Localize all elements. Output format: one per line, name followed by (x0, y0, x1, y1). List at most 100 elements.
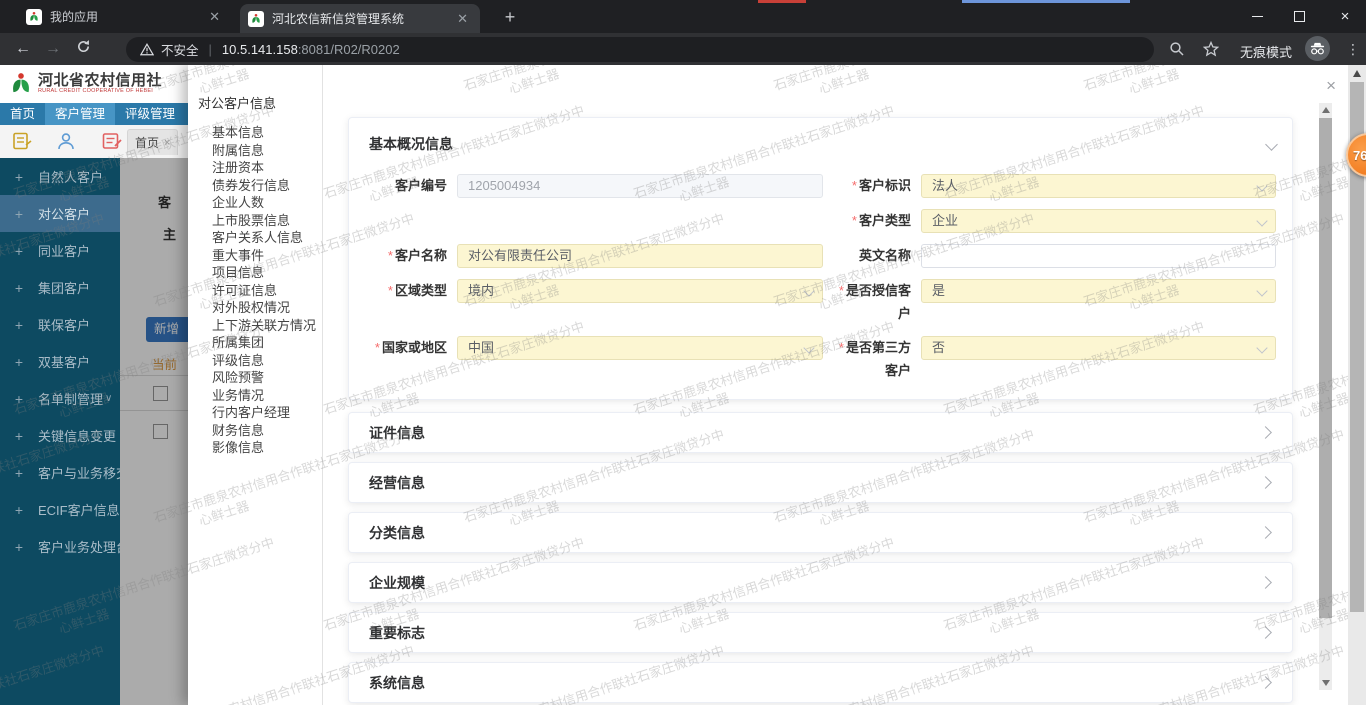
window-restore-button[interactable] (1282, 0, 1316, 33)
collapse-chevron-icon[interactable] (1265, 137, 1278, 151)
select-chevron-icon (803, 342, 815, 354)
list-edit-icon[interactable] (102, 132, 122, 150)
field-box: 企业 (921, 209, 1276, 233)
page-tab-home[interactable]: 首页 × (127, 129, 179, 155)
browser-menu-icon[interactable]: ⋮ (1340, 36, 1366, 62)
collapsed-section-重要标志[interactable]: 重要标志 (348, 612, 1293, 653)
url-separator: | (208, 42, 212, 57)
select-input-right[interactable]: 法人 (921, 174, 1276, 198)
text-input-right[interactable] (921, 244, 1276, 268)
incognito-avatar-icon[interactable] (1305, 36, 1330, 61)
document-icon[interactable] (12, 132, 32, 150)
tree-root-label[interactable]: 对公客户信息 (188, 95, 322, 113)
tree-item[interactable]: 基本信息 (188, 124, 322, 142)
sidebar-item[interactable]: + 集团客户 (0, 269, 120, 306)
select-input-right[interactable]: 否 (921, 336, 1276, 360)
new-tab-button[interactable]: + (498, 5, 522, 29)
tree-item[interactable]: 附属信息 (188, 142, 322, 160)
sidebar-item[interactable]: + 同业客户 (0, 232, 120, 269)
required-star: * (387, 248, 393, 263)
modal-scrollbar-thumb[interactable] (1319, 118, 1332, 618)
tree-item[interactable]: 项目信息 (188, 264, 322, 282)
tree-item[interactable]: 评级信息 (188, 352, 322, 370)
modal-scrollbar[interactable] (1319, 103, 1332, 690)
tab-label: 河北农信新信贷管理系统 (272, 12, 405, 26)
back-button[interactable]: ← (8, 40, 38, 58)
tree-item[interactable]: 风险预警 (188, 369, 322, 387)
section-title: 企业规模 (369, 574, 425, 591)
sidebar-item[interactable]: + ECIF客户信息同 (0, 491, 120, 528)
select-chevron-icon (1256, 215, 1268, 227)
expand-chevron-icon (1259, 676, 1272, 689)
browser-tab[interactable]: 河北农信新信贷管理系统 ✕ (240, 4, 480, 33)
sidebar-item[interactable]: + 双基客户 (0, 343, 120, 380)
collapsed-section-系统信息[interactable]: 系统信息 (348, 662, 1293, 703)
zoom-icon[interactable] (1164, 36, 1190, 62)
sidebar-item[interactable]: + 关键信息变更 (0, 417, 120, 454)
address-bar[interactable]: 不安全 | 10.5.141.158:8081/R02/R0202 (126, 37, 1154, 62)
field-label: * 客户标识 (851, 178, 911, 193)
tree-item[interactable]: 重大事件 (188, 247, 322, 265)
tree-item[interactable]: 注册资本 (188, 159, 322, 177)
browser-tab[interactable]: 我的应用 ✕ (18, 0, 232, 33)
sidebar-item[interactable]: + 客户业务处理台 (0, 528, 120, 565)
text-input-left[interactable]: 对公有限责任公司 (457, 244, 823, 268)
collapsed-section-证件信息[interactable]: 证件信息 (348, 412, 1293, 453)
tree-item[interactable]: 债券发行信息 (188, 177, 322, 195)
select-input-right[interactable]: 企业 (921, 209, 1276, 233)
tree-item[interactable]: 上市股票信息 (188, 212, 322, 230)
collapsed-section-分类信息[interactable]: 分类信息 (348, 512, 1293, 553)
window-close-button[interactable]: × (1324, 0, 1366, 33)
empty-cell (457, 209, 823, 233)
sidebar-item[interactable]: + 名单制管理 ∨ (0, 380, 120, 417)
sidebar-item[interactable]: + 客户与业务移交 (0, 454, 120, 491)
bookmark-star-icon[interactable] (1198, 36, 1224, 62)
page-tab-close-icon[interactable]: × (164, 137, 170, 149)
sidebar-item-label: 集团客户 (38, 281, 91, 296)
tab-close-icon[interactable]: ✕ (453, 11, 472, 27)
scroll-down-icon[interactable] (1321, 680, 1330, 686)
tree-item[interactable]: 对外股权情况 (188, 299, 322, 317)
tree-item[interactable]: 行内客户经理 (188, 404, 322, 422)
sidebar-item[interactable]: + 自然人客户 (0, 158, 120, 195)
field-box: 对公有限责任公司 (457, 244, 823, 268)
tree-item[interactable]: 财务信息 (188, 422, 322, 440)
readonly-input-left[interactable]: 1205004934 (457, 174, 823, 198)
sidebar-nav: + 自然人客户 + 对公客户 + 同业客户 + 集团客户 + 联保客户 + 双基客户 + 名单制管理 ∨ + 关… (0, 158, 120, 705)
collapsed-section-企业规模[interactable]: 企业规模 (348, 562, 1293, 603)
reload-button[interactable] (68, 39, 98, 59)
sidebar-item[interactable]: + 对公客户 (0, 195, 120, 232)
tree-item[interactable]: 所属集团 (188, 334, 322, 352)
sidebar-item-label: 联保客户 (38, 318, 91, 333)
tab-close-icon[interactable]: ✕ (205, 9, 224, 25)
chevron-down-icon: ∨ (105, 393, 113, 404)
person-icon[interactable] (56, 132, 76, 150)
page-scroll-up-icon[interactable] (1353, 70, 1361, 77)
field-label: 英文名称 (858, 248, 911, 263)
nav-item-评级管理[interactable]: 评级管理 (115, 103, 185, 125)
window-minimize-button[interactable] (1240, 0, 1274, 33)
forward-button[interactable]: → (38, 40, 68, 58)
modal-close-icon[interactable]: × (1326, 77, 1336, 94)
select-input-left[interactable]: 中国 (457, 336, 823, 360)
tree-item[interactable]: 企业人数 (188, 194, 322, 212)
field-box: 法人 (921, 174, 1276, 198)
scroll-up-icon[interactable] (1321, 107, 1330, 113)
select-input-right[interactable]: 是 (921, 279, 1276, 303)
modal-content-panel: × 基本概况信息 客户编号 1205004934 * 客户标识 法人 * 客户类型 企业 * 客户… (322, 65, 1349, 705)
tree-item[interactable]: 影像信息 (188, 439, 322, 457)
sidebar-item-label: 双基客户 (38, 355, 91, 370)
nav-item-客户管理[interactable]: 客户管理 (45, 103, 116, 125)
tree-item[interactable]: 业务情况 (188, 387, 322, 405)
nav-item-首页[interactable]: 首页 (0, 103, 45, 125)
tree-item[interactable]: 许可证信息 (188, 282, 322, 300)
plus-icon: + (14, 316, 24, 333)
collapsed-section-经营信息[interactable]: 经营信息 (348, 462, 1293, 503)
tree-item[interactable]: 客户关系人信息 (188, 229, 322, 247)
select-input-left[interactable]: 境内 (457, 279, 823, 303)
tree-item[interactable]: 上下游关联方情况 (188, 317, 322, 335)
sidebar-item-label: 名单制管理 (38, 392, 104, 407)
plus-icon: + (14, 353, 24, 370)
sidebar-item[interactable]: + 联保客户 (0, 306, 120, 343)
field-label: * 是否第三方客户 (838, 340, 911, 378)
